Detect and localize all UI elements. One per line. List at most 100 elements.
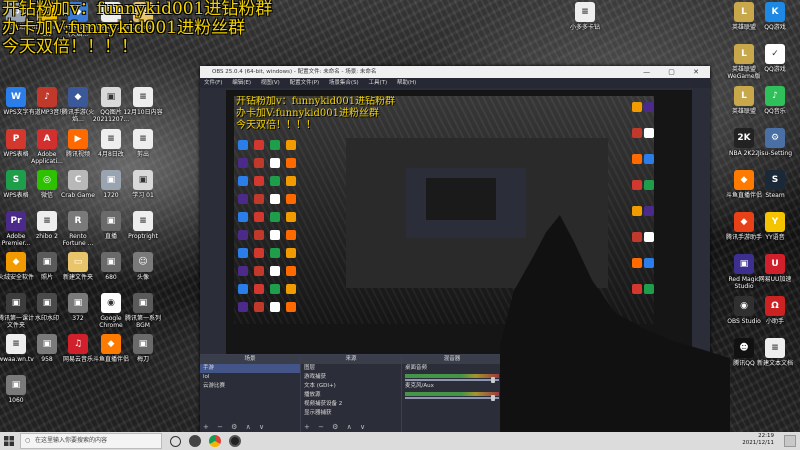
volume-slider[interactable] (405, 395, 499, 401)
qq-icon: ☻ (734, 338, 754, 358)
mini-app-icon (270, 230, 280, 240)
document-icon: ≡ (133, 211, 153, 231)
menu-help[interactable]: 帮助(H) (397, 80, 416, 86)
lol-icon: L (734, 2, 754, 22)
scene-item[interactable]: lol (200, 373, 300, 382)
lol-icon: L (734, 86, 754, 106)
chrome-icon[interactable] (209, 435, 221, 447)
window-controls[interactable]: — ▢ ✕ (643, 66, 707, 78)
mini-app-icon (286, 194, 296, 204)
sources-toolbar[interactable]: + − ⚙ ∧ ∨ (304, 423, 368, 431)
source-item[interactable]: 播放源 (301, 391, 401, 400)
mini-app-icon (644, 180, 654, 190)
windows-start-icon[interactable] (4, 436, 14, 446)
taskbar-clock[interactable]: 22:19 2021/12/11 (742, 433, 774, 447)
desktop-icon-label: 头像 (136, 274, 149, 281)
premiere-icon: Pr (6, 211, 26, 231)
obs-titlebar[interactable]: OBS 25.0.4 (64-bit, windows) - 配置文件: 未命名… (200, 66, 710, 78)
source-item[interactable]: 文本 (GDI+) (301, 382, 401, 391)
desktop: ♻ 回收站 ▶ PotPlayer 64 bit ◆ 腾讯游戏平台 (火焰... ≡ 新建文本… (0, 0, 800, 432)
mini-app-icon (270, 158, 280, 168)
mini-app-icon (238, 284, 248, 294)
mini-app-icon (632, 102, 642, 112)
menu-edit[interactable]: 编辑(E) (232, 80, 251, 86)
mini-app-icon (286, 212, 296, 222)
nested-overlay-line1: 开钻粉加v：funnykid001进钻粉群 (236, 96, 396, 107)
desktop-icon-top-file[interactable]: ≡ 小多多卡钻 (565, 2, 605, 31)
document-icon: ≡ (6, 334, 26, 354)
desktop-icon[interactable]: U 网易UU加速 (755, 254, 795, 283)
volume-slider[interactable] (405, 377, 499, 383)
desktop-icon[interactable]: ☺ 头像 (123, 252, 163, 281)
desktop-icon[interactable]: ▣ 腾讯第一系列 BGM (123, 293, 163, 329)
taskbar-search-input[interactable]: ○ 在这里输入你要搜索的内容 (20, 433, 162, 449)
desktop-icon[interactable]: ⚙ Jisu-Setting (755, 128, 795, 157)
menu-view[interactable]: 视图(V) (261, 80, 280, 86)
image-icon: ▣ (6, 293, 26, 313)
menu-tools[interactable]: 工具(T) (368, 80, 387, 86)
desktop-icon[interactable]: ≡ 新建文本文档 (755, 338, 795, 367)
menu-profile[interactable]: 配置文件(P) (290, 80, 320, 86)
source-item[interactable]: 游戏捕获 (301, 373, 401, 382)
desktop-icon[interactable]: ▣ 1060 (0, 375, 36, 404)
notification-icon[interactable] (784, 435, 796, 447)
desktop-icon[interactable]: S Steam (755, 170, 795, 199)
mini-app-icon (254, 230, 264, 240)
text-document-icon: ≡ (765, 338, 785, 358)
desktop-icon-label: 学习 01 (132, 192, 154, 199)
wps-spreadsheet-icon: S (6, 170, 26, 190)
image-icon: ▣ (37, 293, 57, 313)
source-item[interactable]: 图层 (301, 364, 401, 373)
desktop-icon[interactable]: Ω 小助手 (755, 296, 795, 325)
scene-item[interactable]: 手游 (200, 364, 300, 373)
mini-app-icon (644, 206, 654, 216)
scene-item[interactable]: 云游比赛 (200, 382, 300, 391)
desktop-icon[interactable]: ✓ QQ游戏 (755, 44, 795, 73)
scenes-toolbar[interactable]: + − ⚙ ∧ ∨ (203, 423, 267, 431)
mini-app-icon (644, 154, 654, 164)
chrome-icon: ◉ (101, 293, 121, 313)
mini-app-icon (632, 154, 642, 164)
mini-app-icon (254, 284, 264, 294)
source-item[interactable]: 视频捕获设备 2 (301, 400, 401, 409)
document-icon: ≡ (133, 129, 153, 149)
desktop-icon[interactable]: ≡ 12月10日内容 (123, 87, 163, 116)
desktop-icon[interactable]: ≡ 剪出 (123, 129, 163, 158)
desktop-icon[interactable]: K QQ游戏 (755, 2, 795, 31)
desktop-icon[interactable]: ▣ 梅刀 (123, 334, 163, 363)
mini-app-icon (644, 258, 654, 268)
browser-icon[interactable] (189, 435, 201, 447)
mixer-header: 混音器 (402, 355, 502, 364)
source-item[interactable]: 显示器捕获 (301, 409, 401, 418)
document-icon: ≡ (101, 129, 121, 149)
desktop-icon[interactable]: ≡ Proptright (123, 211, 163, 240)
mini-app-icon (286, 140, 296, 150)
nested-capture-4 (426, 178, 496, 220)
menu-file[interactable]: 文件(F) (204, 80, 222, 86)
mini-app-icon (254, 266, 264, 276)
image-icon: ▣ (37, 334, 57, 354)
clock-date: 2021/12/11 (742, 440, 774, 446)
nested-overlay-line3: 今天双倍！！！！ (236, 120, 316, 131)
document-icon: ≡ (133, 87, 153, 107)
menu-scene-collection[interactable]: 场景集合(S) (329, 80, 359, 86)
mini-app-icon (270, 212, 280, 222)
mini-app-icon (238, 194, 248, 204)
desktop-icon[interactable]: Y YY语音 (755, 212, 795, 241)
music-icon: ♪ (37, 87, 57, 107)
desktop-icon-label: 腾讯第一系列 BGM (124, 315, 161, 329)
desktop-icon[interactable]: ♪ QQ音乐 (755, 86, 795, 115)
mini-app-icon (254, 158, 264, 168)
mini-app-icon (644, 232, 654, 242)
desktop-icon-label: QQ游戏 (764, 66, 786, 73)
desktop-icon[interactable]: ▣ 学习 01 (123, 170, 163, 199)
game-icon: ◆ (68, 87, 88, 107)
nested-overlay-line2: 办卡加V:funnykid001进粉丝群 (236, 108, 380, 119)
desktop-icon-label: QQ音乐 (764, 108, 786, 115)
image-icon: ▣ (133, 170, 153, 190)
obs-taskbar-icon[interactable] (229, 435, 241, 447)
douyu-icon: ◆ (101, 334, 121, 354)
mini-app-icon (632, 206, 642, 216)
task-view-icon[interactable] (170, 436, 181, 447)
mixer-dock: 混音器 桌面音频 麦克风/Aux (402, 355, 503, 432)
